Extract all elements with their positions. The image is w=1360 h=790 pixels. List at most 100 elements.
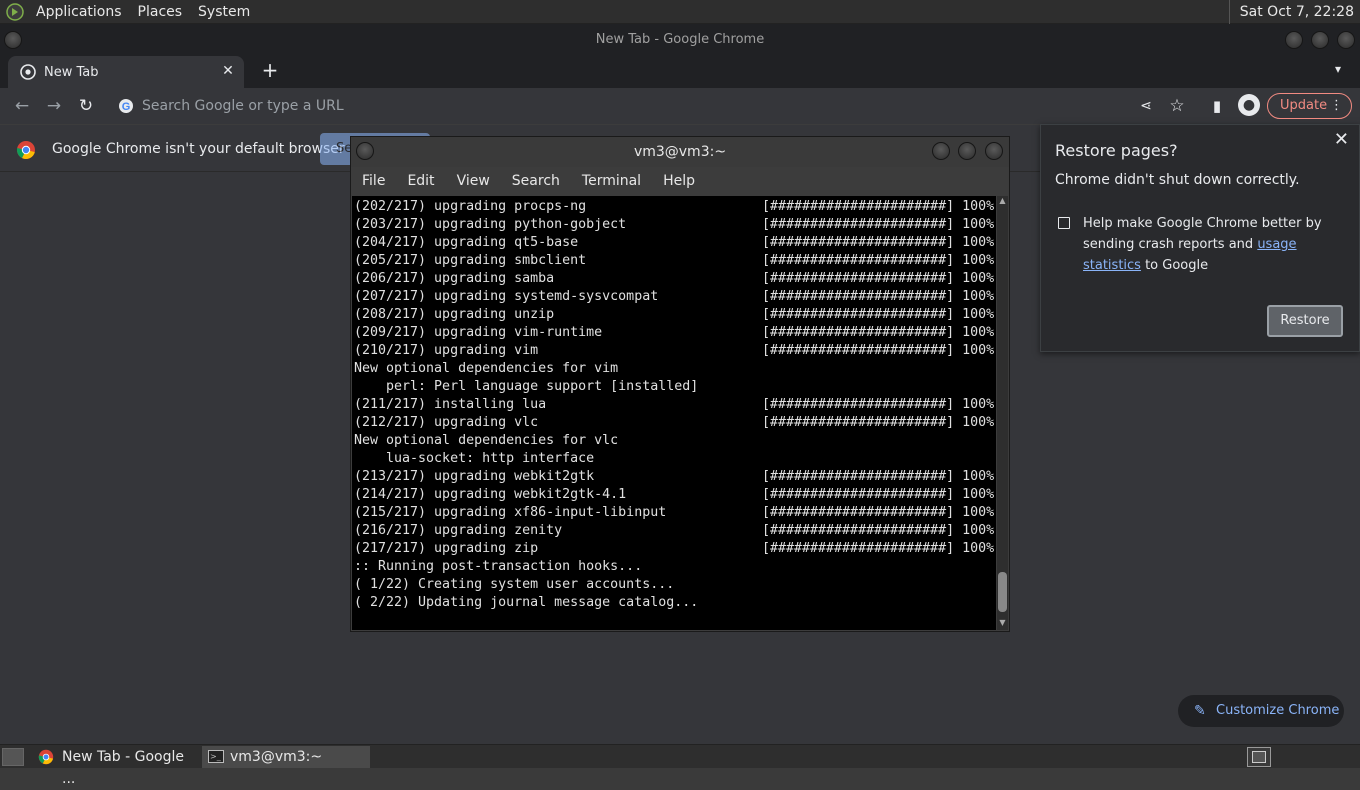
progress-bar-text: [######################] 100% (762, 325, 995, 340)
close-icon[interactable]: ✕ (1334, 129, 1349, 150)
terminal-line: New optional dependencies for vlc (354, 432, 996, 450)
close-window-button[interactable] (1337, 31, 1355, 49)
forward-arrow-icon[interactable]: → (44, 96, 64, 116)
menu-edit[interactable]: Edit (396, 173, 445, 189)
terminal-line-text: (202/217) upgrading procps-ng (354, 199, 587, 214)
tab-new-tab[interactable]: New Tab ✕ (8, 56, 244, 88)
customize-chrome-button[interactable]: ✎ Customize Chrome (1178, 695, 1344, 727)
terminal-close-button[interactable] (985, 142, 1003, 160)
terminal-line-text: (203/217) upgrading python-gobject (354, 217, 627, 232)
terminal-line-text: (206/217) upgrading samba (354, 271, 555, 286)
scrollbar-thumb[interactable] (998, 572, 1007, 612)
profile-avatar-icon[interactable]: ● (1238, 94, 1260, 116)
terminal-line: (212/217) upgrading vlc [################… (354, 414, 996, 432)
terminal-line: (213/217) upgrading webkit2gtk [#########… (354, 468, 996, 486)
bookmark-star-icon[interactable]: ☆ (1167, 96, 1187, 116)
minimize-button[interactable] (1285, 31, 1303, 49)
browser-toolbar: ← → ↻ G Search Google or type a URL ⋖ ☆ … (0, 88, 1360, 124)
terminal-line-text: (211/217) installing lua (354, 397, 547, 412)
chrome-window-titlebar[interactable]: New Tab - Google Chrome (0, 24, 1360, 54)
terminal-line: (216/217) upgrading zenity [#############… (354, 522, 996, 540)
distro-logo-icon[interactable] (4, 1, 26, 23)
terminal-line: New optional dependencies for vim (354, 360, 996, 378)
share-icon[interactable]: ⋖ (1136, 96, 1156, 116)
taskbar-terminal-label: vm3@vm3:~ (230, 749, 323, 765)
terminal-maximize-button[interactable] (958, 142, 976, 160)
chrome-logo-icon (16, 141, 35, 159)
terminal-line: lua-socket: http interface (354, 450, 996, 468)
bottom-panel: New Tab - Google ... >_ vm3@vm3:~ (0, 744, 1360, 787)
progress-bar-text: [######################] 100% (762, 523, 995, 538)
terminal-line: (215/217) upgrading xf86-input-libinput [… (354, 504, 996, 522)
places-menu[interactable]: Places (130, 0, 191, 24)
terminal-line: ( 2/22) Updating journal message catalog… (354, 594, 996, 612)
new-tab-button[interactable]: + (260, 60, 280, 80)
menu-file[interactable]: File (351, 173, 396, 189)
terminal-line: ( 1/22) Creating system user accounts... (354, 576, 996, 594)
terminal-line-text: (215/217) upgrading xf86-input-libinput (354, 505, 667, 520)
menu-help[interactable]: Help (652, 173, 706, 189)
scroll-up-icon[interactable]: ▲ (998, 196, 1007, 206)
omnibox[interactable]: G Search Google or type a URL (110, 91, 1230, 121)
taskbar-item-terminal[interactable]: >_ vm3@vm3:~ (202, 746, 370, 768)
clock[interactable]: Sat Oct 7, 22:28 (1228, 0, 1360, 24)
menu-terminal[interactable]: Terminal (571, 173, 652, 189)
terminal-line-text: (210/217) upgrading vim (354, 343, 539, 358)
terminal-output[interactable]: (202/217) upgrading procps-ng [##########… (352, 196, 996, 630)
terminal-line-text: lua-socket: http interface (354, 451, 595, 466)
progress-bar-text: [######################] 100% (762, 199, 995, 214)
progress-bar-text: [######################] 100% (762, 415, 995, 430)
tab-search-chevron-icon[interactable]: ▾ (1330, 62, 1346, 78)
progress-bar-text: [######################] 100% (762, 235, 995, 250)
system-menu[interactable]: System (190, 0, 258, 24)
back-arrow-icon[interactable]: ← (12, 96, 32, 116)
show-desktop-icon[interactable] (2, 748, 24, 766)
infobar-message: Google Chrome isn't your default browser (52, 141, 345, 157)
terminal-line: (207/217) upgrading systemd-sysvcompat [#… (354, 288, 996, 306)
terminal-line-text: (214/217) upgrading webkit2gtk-4.1 (354, 487, 627, 502)
workspace-1[interactable] (1252, 751, 1266, 763)
side-panel-icon[interactable]: ▮ (1207, 96, 1227, 116)
terminal-window-menu-icon[interactable] (356, 142, 374, 160)
restore-button[interactable]: Restore (1267, 305, 1343, 337)
terminal-line: (217/217) upgrading zip [################… (354, 540, 996, 558)
google-g-icon: G (119, 99, 133, 113)
taskbar-item-chrome[interactable]: New Tab - Google ... (32, 746, 198, 787)
terminal-minimize-button[interactable] (932, 142, 950, 160)
terminal-line-text: (213/217) upgrading webkit2gtk (354, 469, 595, 484)
tab-title: New Tab (44, 64, 99, 80)
tab-close-icon[interactable]: ✕ (220, 63, 236, 79)
workspace-switcher[interactable] (1247, 747, 1271, 767)
scroll-down-icon[interactable]: ▼ (998, 618, 1007, 628)
tab-strip: New Tab ✕ + ▾ (0, 54, 1360, 88)
restore-pages-dialog: Restore pages? ✕ Chrome didn't shut down… (1040, 124, 1360, 352)
maximize-button[interactable] (1311, 31, 1329, 49)
more-menu-icon[interactable]: ⋮ (1330, 94, 1343, 118)
terminal-line-text: (207/217) upgrading systemd-sysvcompat (354, 289, 659, 304)
terminal-menubar: File Edit View Search Terminal Help (351, 167, 1009, 195)
applications-menu[interactable]: Applications (28, 0, 130, 24)
omnibox-placeholder: Search Google or type a URL (142, 98, 344, 114)
menu-view[interactable]: View (446, 173, 501, 189)
menu-search[interactable]: Search (501, 173, 571, 189)
terminal-line-text: New optional dependencies for vim (354, 361, 619, 376)
terminal-line: (208/217) upgrading unzip [##############… (354, 306, 996, 324)
terminal-line: (210/217) upgrading vim [################… (354, 342, 996, 360)
chrome-taskbar-icon (38, 749, 54, 765)
window-menu-icon[interactable] (4, 31, 22, 49)
terminal-line-text: perl: Perl language support [installed] (354, 379, 699, 394)
taskbar-chrome-label: New Tab - Google ... (62, 749, 185, 787)
progress-bar-text: [######################] 100% (762, 271, 995, 286)
progress-bar-text: [######################] 100% (762, 487, 995, 502)
terminal-line-text: (204/217) upgrading qt5-base (354, 235, 579, 250)
terminal-scrollbar[interactable]: ▲ ▼ (997, 196, 1008, 630)
reload-icon[interactable]: ↻ (76, 96, 96, 116)
terminal-titlebar[interactable]: vm3@vm3:~ (351, 137, 1009, 167)
update-button[interactable]: Update ⋮ (1267, 93, 1352, 119)
progress-bar-text: [######################] 100% (762, 217, 995, 232)
crash-report-checkbox[interactable] (1058, 217, 1070, 229)
progress-bar-text: [######################] 100% (762, 541, 995, 556)
terminal-window[interactable]: vm3@vm3:~ File Edit View Search Terminal… (350, 136, 1010, 632)
progress-bar-text: [######################] 100% (762, 469, 995, 484)
terminal-line: (202/217) upgrading procps-ng [##########… (354, 198, 996, 216)
